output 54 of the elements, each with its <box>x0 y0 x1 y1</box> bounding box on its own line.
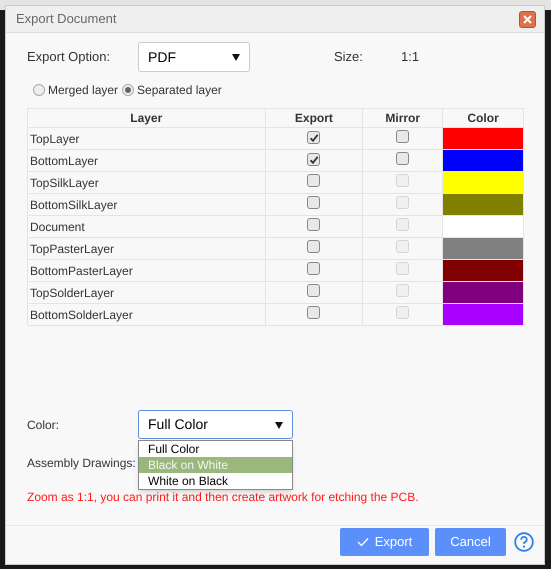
size-value: 1:1 <box>401 48 420 66</box>
table-cell: BottomPasterLayer <box>28 260 266 282</box>
note-text: Zoom as 1:1, you can print it and then create artwork for etching the PCB. <box>27 489 420 506</box>
color-swatch[interactable] <box>443 282 523 303</box>
table-cell: TopSilkLayer <box>28 172 266 194</box>
color-swatch[interactable] <box>443 216 523 237</box>
field-label: Assembly Drawings: <box>27 455 136 472</box>
color-swatch[interactable] <box>443 260 523 281</box>
table-cell: BottomSilkLayer <box>28 194 266 216</box>
checkbox[interactable] <box>307 174 320 186</box>
checkbox[interactable] <box>307 306 320 318</box>
dropdown-option[interactable]: Full Color <box>139 441 292 457</box>
color-swatch[interactable] <box>443 304 523 325</box>
dropdown-option[interactable]: White on Black <box>139 473 292 489</box>
radio-label: Separated layer <box>137 82 222 99</box>
table-cell: TopSolderLayer <box>28 282 266 304</box>
checkbox[interactable] <box>307 153 320 166</box>
checkbox[interactable] <box>307 196 320 208</box>
column-header: Export <box>265 108 363 128</box>
column-header: Layer <box>28 108 266 128</box>
table-cell: TopLayer <box>28 128 266 150</box>
color-swatch[interactable] <box>443 172 523 193</box>
caret-icon <box>275 420 283 428</box>
close-button[interactable] <box>519 10 536 28</box>
color-swatch[interactable] <box>443 150 523 171</box>
checkbox[interactable] <box>307 240 320 252</box>
color-swatch[interactable] <box>443 128 523 149</box>
checkbox[interactable] <box>307 262 320 274</box>
field-label: Export Option: <box>27 48 112 66</box>
table-cell: BottomLayer <box>28 150 266 172</box>
checkbox[interactable] <box>396 130 410 142</box>
color-swatch[interactable] <box>443 194 523 215</box>
checkbox[interactable] <box>396 152 410 164</box>
window-title: Export Document <box>16 10 116 28</box>
checkbox[interactable] <box>307 284 320 296</box>
table-cell: Document <box>28 216 266 238</box>
checkbox[interactable] <box>307 131 320 144</box>
close-icon <box>523 14 532 24</box>
color-select[interactable]: Full Color <box>138 410 293 439</box>
color-swatch[interactable] <box>443 238 523 259</box>
checkbox[interactable] <box>307 218 320 230</box>
radio-button[interactable] <box>33 84 45 96</box>
column-header: Mirror <box>362 108 443 128</box>
check-icon <box>356 537 369 547</box>
field-label: Color: <box>27 416 60 434</box>
table-cell: BottomSolderLayer <box>28 304 266 326</box>
radio-label: Merged layer <box>48 82 118 99</box>
export-option-select[interactable]: PDF <box>138 42 250 72</box>
table-cell: TopPasterLayer <box>28 238 266 260</box>
help-icon[interactable] <box>514 532 534 552</box>
radio-button[interactable] <box>122 84 134 96</box>
column-header: Color <box>442 108 524 128</box>
caret-icon <box>232 53 240 61</box>
field-label: Size: <box>334 48 364 66</box>
